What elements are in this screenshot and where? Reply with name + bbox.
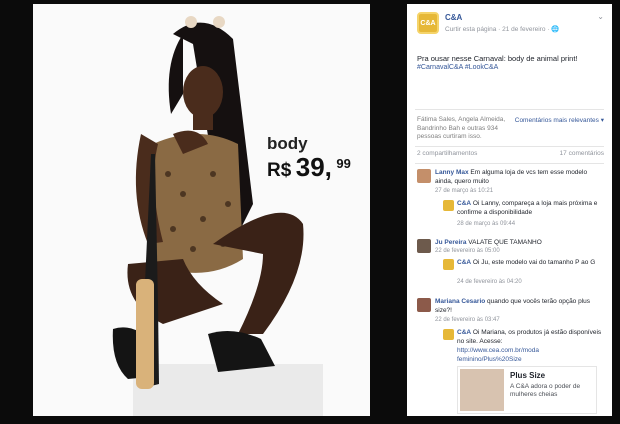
ca-avatar[interactable]: [443, 329, 454, 340]
shares-count[interactable]: 2 compartilhamentos: [417, 150, 477, 157]
comment-time[interactable]: 22 de fevereiro às 05:00: [435, 248, 500, 254]
reply-time[interactable]: 28 de março às 09:44: [457, 221, 515, 227]
likes-text[interactable]: Fátima Sales, Angela Almeida, Bandrinho …: [417, 116, 509, 142]
comment-body: VALATE QUE TAMANHO: [468, 239, 542, 246]
reply-text: C&A Oi Ju, este modelo vai do tamanho P …: [457, 258, 603, 267]
page-name[interactable]: C&A: [445, 13, 462, 22]
globe-icon: 🌐: [551, 26, 560, 33]
avatar[interactable]: [417, 239, 431, 253]
comment-time[interactable]: 22 de fevereiro às 03:47: [435, 317, 500, 323]
post-photo[interactable]: body R$ 39, 99: [33, 4, 370, 416]
link-preview-text: A C&A adora o poder de mulheres cheias: [510, 383, 581, 398]
reply-text: C&A Oi Lanny, compareça a loja mais próx…: [457, 199, 603, 217]
comment-text: Mariana Cesario quando que vocês terão o…: [435, 297, 603, 315]
post-header: C&A C&A Curtir esta página · 21 de fever…: [407, 4, 612, 40]
chevron-down-icon[interactable]: ⌄: [597, 12, 604, 21]
post-panel: C&A C&A Curtir esta página · 21 de fever…: [407, 4, 612, 416]
avatar[interactable]: [417, 298, 431, 312]
reply-time[interactable]: 24 de fevereiro às 04:20: [457, 279, 522, 285]
link-preview-title: Plus Size: [510, 371, 546, 380]
likes-row: Fátima Sales, Angela Almeida, Bandrinho …: [407, 110, 612, 146]
price-currency: R$: [267, 160, 292, 181]
reply-author[interactable]: C&A: [457, 259, 471, 266]
comment-author[interactable]: Ju Pereira: [435, 239, 466, 246]
price-tag: R$ 39, 99: [267, 152, 351, 183]
screenshot-frame: body R$ 39, 99 C&A C&A Curtir esta págin…: [0, 0, 620, 424]
post-text: Pra ousar nesse Carnaval: body de animal…: [417, 54, 578, 63]
page-logo[interactable]: C&A: [417, 12, 439, 34]
reply-text: C&A Oi Mariana, os produtos já estão dis…: [457, 328, 603, 364]
comments-count[interactable]: 17 comentários: [560, 150, 604, 157]
reply-author[interactable]: C&A: [457, 200, 471, 207]
post-meta-text: Curtir esta página · 21 de fevereiro ·: [445, 26, 552, 33]
price-integer: 39,: [295, 152, 332, 182]
reply-body: Oi Mariana, os produtos já estão disponí…: [457, 329, 602, 345]
price-product-label: body: [267, 134, 308, 153]
reply-author[interactable]: C&A: [457, 329, 471, 336]
ca-avatar[interactable]: [443, 259, 454, 270]
comment-time[interactable]: 27 de março às 10:21: [435, 188, 493, 194]
reply-body: Oi Ju, este modelo vai do tamanho P ao G: [472, 259, 596, 266]
comment-author[interactable]: Mariana Cesario: [435, 298, 485, 305]
link-preview[interactable]: Plus Size A C&A adora o poder de mulhere…: [457, 366, 597, 414]
reply-body: Oi Lanny, compareça a loja mais próxima …: [457, 200, 598, 216]
post-meta: Curtir esta página · 21 de fevereiro · 🌐: [445, 25, 559, 33]
ca-avatar[interactable]: [443, 200, 454, 211]
comments-list: Lanny Max Em alguma loja de vcs tem esse…: [407, 164, 612, 414]
comment-text: Lanny Max Em alguma loja de vcs tem esse…: [435, 168, 603, 186]
comment-author[interactable]: Lanny Max: [435, 169, 469, 176]
model-illustration: [112, 16, 323, 416]
reply-link[interactable]: http://www.cea.com.br/moda feminino/Plus…: [457, 346, 603, 364]
comments-sort-dropdown[interactable]: Comentários mais relevantes ▾: [515, 116, 604, 124]
post-hashtags[interactable]: #CarnavalC&A #LookC&A: [407, 64, 612, 71]
avatar[interactable]: [417, 169, 431, 183]
counts-row: 2 compartilhamentos 17 comentários: [407, 147, 612, 163]
comment-text: Ju Pereira VALATE QUE TAMANHO: [435, 238, 603, 247]
link-preview-image: [460, 369, 504, 411]
price-cents: 99: [336, 156, 351, 171]
